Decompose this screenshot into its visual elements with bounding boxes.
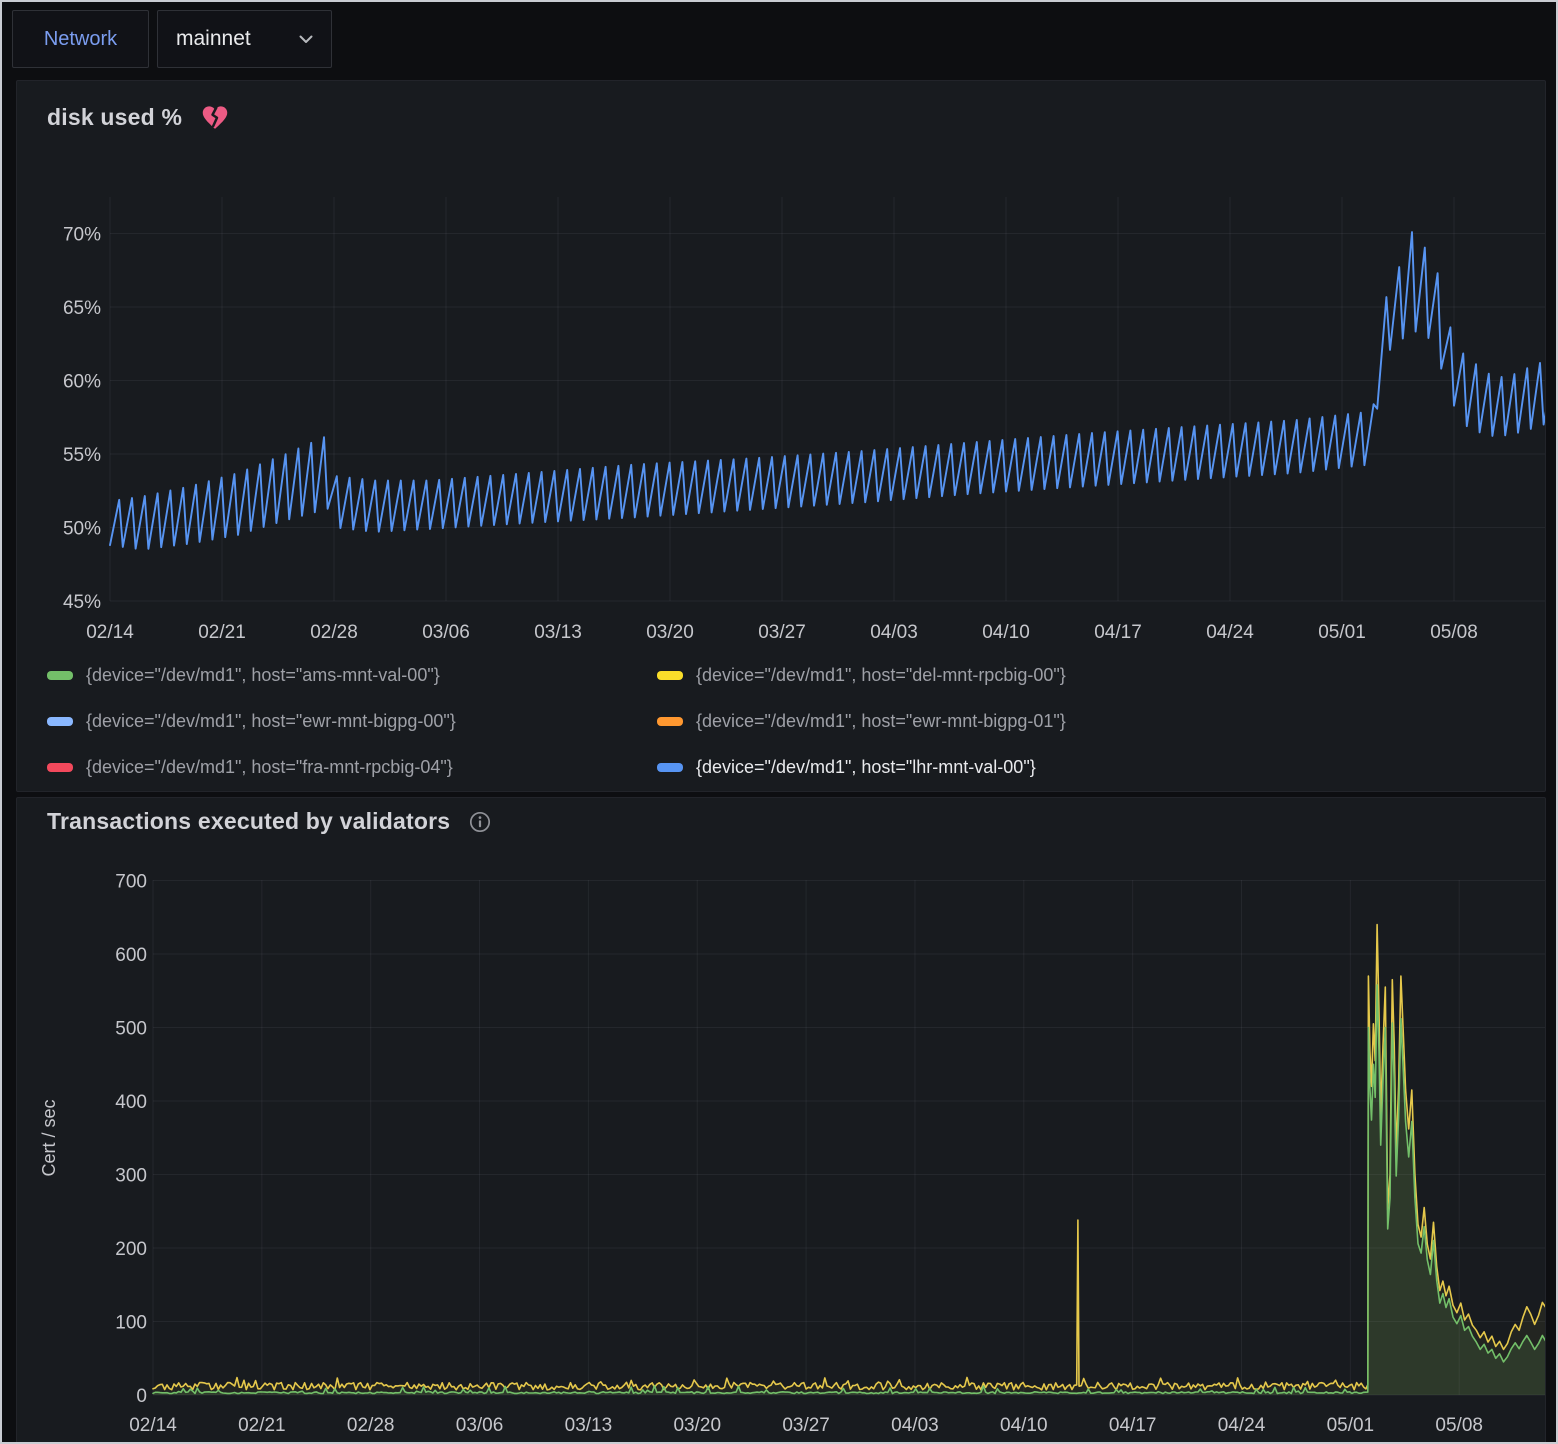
disk-used-chart[interactable]: 45% 50% 55% 60% 65% 70% 02/14 02/21 02/28 03/06 03… <box>17 177 1545 647</box>
panel-disk-used: disk used % 45% 50% 55% 60% 65% 70% 02/14 02/21… <box>16 80 1546 792</box>
network-variable-dropdown[interactable]: mainnet <box>157 10 332 68</box>
panel-disk-header[interactable]: disk used % <box>47 103 230 131</box>
x-tick-label: 02/21 <box>238 1415 286 1436</box>
panel-transactions: Transactions executed by validators 0 100… <box>16 797 1546 1444</box>
series-line-green-series <box>153 985 1545 1394</box>
x-tick-label: 05/01 <box>1318 622 1366 643</box>
x-tick-label: 04/17 <box>1094 622 1142 643</box>
legend-label: {device="/dev/md1", host="del-mnt-rpcbig… <box>696 665 1066 686</box>
legend-label: {device="/dev/md1", host="ewr-mnt-bigpg-… <box>696 711 1066 732</box>
y-tick-label: 60% <box>63 372 101 393</box>
broken-heart-icon <box>200 103 230 131</box>
legend-item[interactable]: {device="/dev/md1", host="ams-mnt-val-00… <box>47 663 647 687</box>
legend-label: {device="/dev/md1", host="ams-mnt-val-00… <box>86 665 440 686</box>
series-line-{device="/dev/md1", host="lhr-mnt-val-00"} <box>110 232 1545 549</box>
legend-swatch <box>657 671 683 680</box>
legend-label: {device="/dev/md1", host="lhr-mnt-val-00… <box>696 757 1036 778</box>
x-tick-label: 04/10 <box>982 622 1030 643</box>
series-fill-yellow-series <box>153 925 1545 1395</box>
y-tick-label: 70% <box>63 225 101 246</box>
x-tick-label: 03/06 <box>422 622 470 643</box>
disk-chart-legend: {device="/dev/md1", host="ams-mnt-val-00… <box>47 663 1066 779</box>
panel-transactions-header[interactable]: Transactions executed by validators <box>47 808 492 835</box>
panel-title[interactable]: Transactions executed by validators <box>47 808 450 835</box>
x-tick-label: 03/20 <box>646 622 694 643</box>
legend-label: {device="/dev/md1", host="ewr-mnt-bigpg-… <box>86 711 456 732</box>
x-tick-label: 05/01 <box>1327 1415 1375 1436</box>
x-tick-label: 02/28 <box>310 622 358 643</box>
legend-swatch <box>47 671 73 680</box>
network-value-text: mainnet <box>176 27 251 51</box>
x-tick-label: 03/27 <box>758 622 806 643</box>
legend-swatch <box>47 717 73 726</box>
chevron-down-icon <box>299 35 313 44</box>
x-tick-label: 04/03 <box>891 1415 939 1436</box>
legend-item[interactable]: {device="/dev/md1", host="ewr-mnt-bigpg-… <box>657 709 1066 733</box>
x-tick-label: 02/14 <box>86 622 134 643</box>
x-tick-label: 04/17 <box>1109 1415 1157 1436</box>
legend-swatch <box>47 763 73 772</box>
x-tick-label: 03/13 <box>534 622 582 643</box>
x-tick-label: 02/28 <box>347 1415 395 1436</box>
x-tick-label: 02/21 <box>198 622 246 643</box>
y-tick-label: 500 <box>115 1019 147 1040</box>
x-tick-label: 04/10 <box>1000 1415 1048 1436</box>
legend-item[interactable]: {device="/dev/md1", host="lhr-mnt-val-00… <box>657 755 1066 779</box>
legend-swatch <box>657 717 683 726</box>
x-tick-label: 04/24 <box>1218 1415 1266 1436</box>
x-tick-label: 05/08 <box>1435 1415 1483 1436</box>
legend-item[interactable]: {device="/dev/md1", host="del-mnt-rpcbig… <box>657 663 1066 687</box>
y-axis-title: Cert / sec <box>39 1099 59 1176</box>
x-tick-label: 03/20 <box>673 1415 721 1436</box>
y-tick-label: 50% <box>63 519 101 540</box>
legend-label: {device="/dev/md1", host="fra-mnt-rpcbig… <box>86 757 453 778</box>
series-fill-green-series <box>153 985 1545 1395</box>
legend-item[interactable]: {device="/dev/md1", host="fra-mnt-rpcbig… <box>47 755 647 779</box>
y-tick-label: 400 <box>115 1092 147 1113</box>
info-icon[interactable] <box>468 810 492 834</box>
x-tick-label: 03/27 <box>782 1415 830 1436</box>
series-line-yellow-series <box>153 925 1545 1390</box>
x-tick-label: 03/06 <box>456 1415 504 1436</box>
y-tick-label: 700 <box>115 872 147 893</box>
x-tick-label: 05/08 <box>1430 622 1478 643</box>
y-tick-label: 45% <box>63 592 101 613</box>
x-tick-label: 03/13 <box>565 1415 613 1436</box>
network-variable-label: Network <box>12 10 149 68</box>
y-tick-label: 600 <box>115 945 147 966</box>
legend-swatch <box>657 763 683 772</box>
y-tick-label: 65% <box>63 298 101 319</box>
y-tick-label: 200 <box>115 1239 147 1260</box>
panel-title[interactable]: disk used % <box>47 104 182 131</box>
grafana-dashboard: Network mainnet disk used % 45% 50% 55% 60%… <box>0 0 1558 1444</box>
x-tick-label: 04/24 <box>1206 622 1254 643</box>
y-tick-label: 55% <box>63 445 101 466</box>
transactions-chart[interactable]: 0 100 200 300 400 500 600 700 02/14 02/21 02/28 03/… <box>17 848 1545 1444</box>
x-tick-label: 04/03 <box>870 622 918 643</box>
legend-item[interactable]: {device="/dev/md1", host="ewr-mnt-bigpg-… <box>47 709 647 733</box>
y-tick-label: 0 <box>136 1386 147 1407</box>
x-tick-label: 02/14 <box>129 1415 177 1436</box>
y-tick-label: 100 <box>115 1313 147 1334</box>
y-tick-label: 300 <box>115 1166 147 1187</box>
network-label-text: Network <box>44 28 117 51</box>
